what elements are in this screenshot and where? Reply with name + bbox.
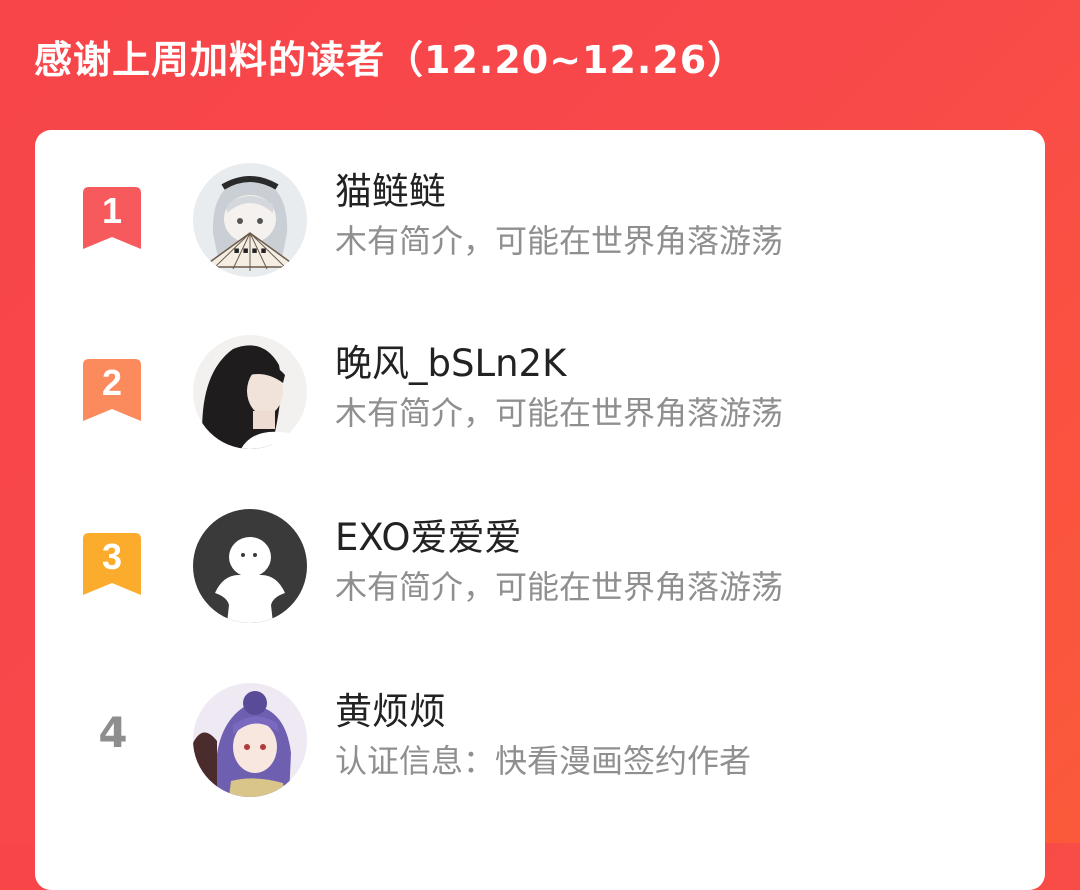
reader-bio: 木有简介，可能在世界角落游荡 <box>335 394 784 432</box>
reader-bio: 木有简介，可能在世界角落游荡 <box>335 222 784 260</box>
rank-badge-3: 3 <box>83 533 141 595</box>
reader-row[interactable]: 4 黄烦烦 认证信息：快看漫画签约作者 <box>35 650 1045 800</box>
reader-bio: 木有简介，可能在世界角落游荡 <box>335 568 784 606</box>
svg-text:▪ ▪ ▪ ▪: ▪ ▪ ▪ ▪ <box>234 246 267 256</box>
default-user-avatar-icon <box>193 509 307 623</box>
avatar[interactable] <box>193 683 307 797</box>
avatar[interactable] <box>193 509 307 623</box>
avatar[interactable]: ▪ ▪ ▪ ▪ <box>193 163 307 277</box>
rank-number: 3 <box>102 536 122 577</box>
reader-row[interactable]: 3 EXO爱爱爱 木有简介，可能在世界角落游荡 <box>35 476 1045 626</box>
reader-name[interactable]: 黄烦烦 <box>335 690 446 734</box>
reader-bio: 认证信息：快看漫画签约作者 <box>335 742 752 780</box>
reader-name[interactable]: 晚风_bSLn2K <box>335 342 566 386</box>
reader-name[interactable]: EXO爱爱爱 <box>335 516 521 560</box>
rank-badge-2: 2 <box>83 359 141 421</box>
page-title: 感谢上周加料的读者（12.20~12.26） <box>34 38 747 82</box>
reader-ranking-card: 1 ▪ ▪ ▪ ▪ 猫鲢鲢 木有简介，可能在世界角落游荡 2 晚风_bSLn2K… <box>35 130 1045 890</box>
rank-number: 2 <box>102 362 122 403</box>
avatar[interactable] <box>193 335 307 449</box>
anime-girl-fan-avatar-icon: ▪ ▪ ▪ ▪ <box>193 163 307 277</box>
rank-number: 4 <box>98 708 128 757</box>
rank-number: 1 <box>102 190 122 231</box>
rank-badge-1: 1 <box>83 187 141 249</box>
reader-row[interactable]: 2 晚风_bSLn2K 木有简介，可能在世界角落游荡 <box>35 302 1045 452</box>
anime-character-avatar-icon <box>193 683 307 797</box>
girl-photo-avatar-icon <box>193 335 307 449</box>
reader-name[interactable]: 猫鲢鲢 <box>335 170 446 214</box>
reader-row[interactable]: 1 ▪ ▪ ▪ ▪ 猫鲢鲢 木有简介，可能在世界角落游荡 <box>35 130 1045 280</box>
